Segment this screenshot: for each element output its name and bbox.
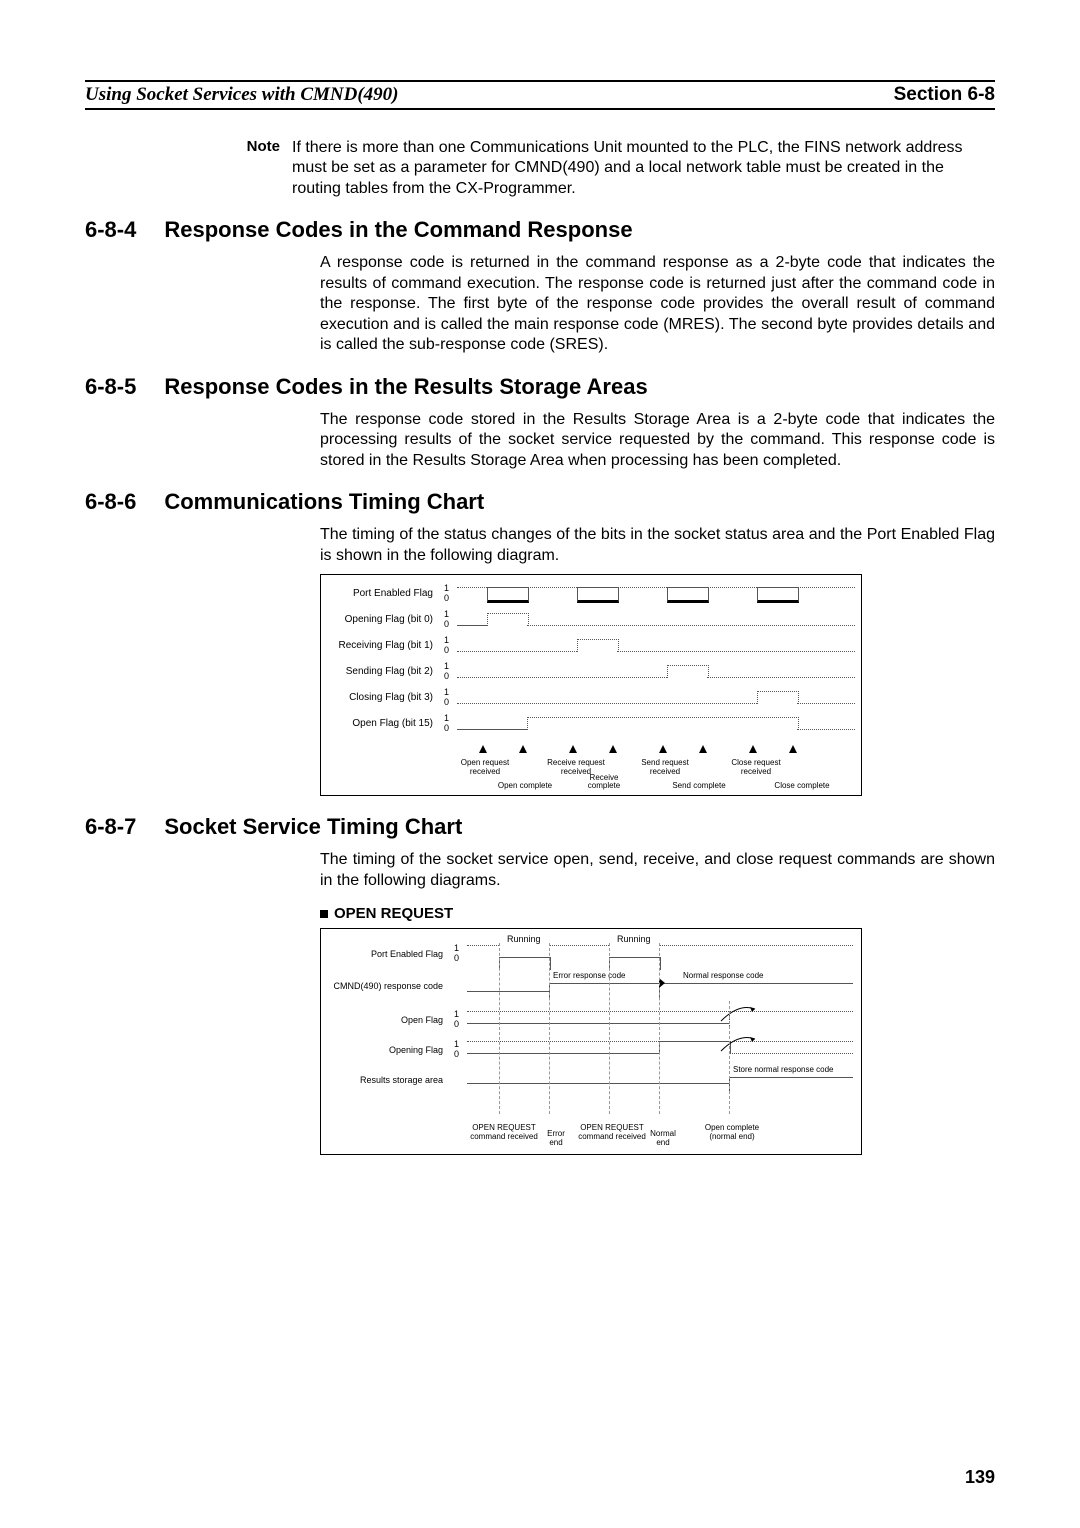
section-6-8-5: 6-8-5 Response Codes in the Results Stor…: [85, 374, 995, 471]
event-label: Close request received: [727, 759, 785, 777]
event-label: Error end: [541, 1130, 571, 1148]
running-label: Running: [617, 934, 651, 944]
section-number: 6-8-7: [85, 814, 136, 840]
event-label: Open complete: [491, 782, 559, 791]
communications-timing-chart: Port Enabled Flag 10: [320, 574, 862, 796]
page-header: Using Socket Services with CMND(490) Sec…: [85, 80, 995, 110]
signal-label: Opening Flag (bit 0): [327, 614, 433, 625]
section-6-8-4: 6-8-4 Response Codes in the Command Resp…: [85, 217, 995, 355]
signal-label: Open Flag (bit 15): [327, 718, 433, 729]
signal-label: Closing Flag (bit 3): [327, 692, 433, 703]
section-body: The response code stored in the Results …: [320, 410, 995, 471]
section-body: A response code is returned in the comma…: [320, 253, 995, 355]
signal-label: Port Enabled Flag: [327, 949, 443, 959]
signal-label: Results storage area: [327, 1075, 443, 1085]
section-6-8-6: 6-8-6 Communications Timing Chart The ti…: [85, 489, 995, 796]
section-number: 6-8-6: [85, 489, 136, 515]
note-block: Note If there is more than one Communica…: [85, 138, 995, 199]
square-bullet-icon: [320, 910, 328, 918]
open-request-heading: OPEN REQUEST: [320, 905, 995, 922]
signal-label: Opening Flag: [327, 1045, 443, 1055]
event-label: Normal end: [645, 1130, 681, 1148]
section-title: Socket Service Timing Chart: [164, 814, 462, 840]
store-response-label: Store normal response code: [733, 1066, 834, 1075]
event-label: Send request received: [637, 759, 693, 777]
response-code-label: Normal response code: [683, 972, 763, 981]
section-title: Response Codes in the Command Response: [164, 217, 632, 243]
section-title: Response Codes in the Results Storage Ar…: [164, 374, 647, 400]
section-body: The timing of the socket service open, s…: [320, 850, 995, 891]
axis-lo: 0: [444, 593, 449, 603]
curved-arrow-icon: [719, 1033, 759, 1053]
section-title: Communications Timing Chart: [164, 489, 484, 515]
response-code-label: Error response code: [553, 972, 625, 981]
open-request-timing-chart: Port Enabled Flag 10 Running Running CMN…: [320, 928, 862, 1155]
event-label: OPEN REQUEST command received: [577, 1124, 647, 1142]
section-body: The timing of the status changes of the …: [320, 525, 995, 566]
signal-label: CMND(490) response code: [327, 981, 443, 991]
note-label: Note: [85, 138, 292, 199]
section-6-8-7: 6-8-7 Socket Service Timing Chart The ti…: [85, 814, 995, 1155]
axis-hi: 1: [444, 583, 449, 593]
event-label: Send complete: [665, 782, 733, 791]
page-number: 139: [965, 1467, 995, 1488]
event-label: Open request received: [457, 759, 513, 777]
signal-label: Open Flag: [327, 1015, 443, 1025]
running-label: Running: [507, 934, 541, 944]
signal-label: Port Enabled Flag: [327, 588, 433, 599]
event-label: Receive complete: [579, 774, 629, 792]
section-number: 6-8-5: [85, 374, 136, 400]
signal-label: Receiving Flag (bit 1): [327, 640, 433, 651]
header-right: Section 6-8: [894, 84, 995, 106]
curved-arrow-icon: [719, 1003, 759, 1023]
event-label: OPEN REQUEST command received: [469, 1124, 539, 1142]
event-label: Close complete: [767, 782, 837, 791]
signal-label: Sending Flag (bit 2): [327, 666, 433, 677]
note-body: If there is more than one Communications…: [292, 138, 995, 199]
section-number: 6-8-4: [85, 217, 136, 243]
event-label: Open complete (normal end): [697, 1124, 767, 1142]
header-left: Using Socket Services with CMND(490): [85, 84, 399, 106]
